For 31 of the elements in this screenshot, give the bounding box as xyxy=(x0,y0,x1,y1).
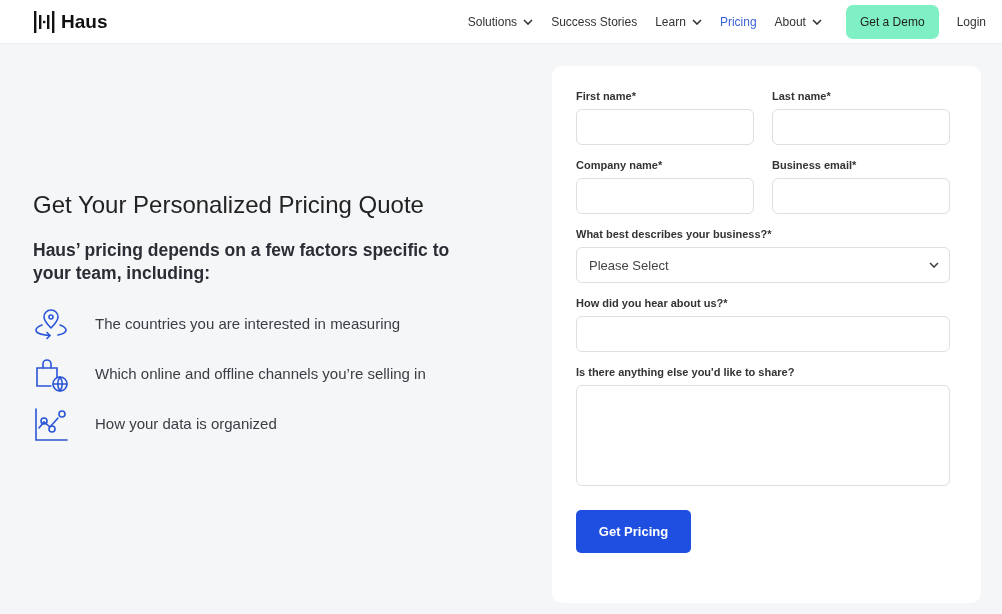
factor-text: The countries you are interested in measuring xyxy=(95,315,401,332)
logo-text[interactable]: Haus xyxy=(61,10,108,33)
text-field[interactable] xyxy=(772,109,950,145)
login-link[interactable]: Login xyxy=(956,14,986,29)
field-label: Is there anything else you'd like to share? xyxy=(576,366,796,379)
caret-icon xyxy=(929,262,939,268)
nav-link[interactable]: Pricing xyxy=(719,14,757,29)
nav-link[interactable]: About xyxy=(774,14,822,29)
demo-button[interactable]: Get a Demo xyxy=(845,4,939,39)
field-label: How did you hear about us?* xyxy=(576,297,729,310)
field-label: Last name* xyxy=(772,90,832,103)
factor-text: How your data is organized xyxy=(95,415,277,432)
submit-button[interactable]: Get Pricing xyxy=(576,510,691,553)
field-label: Company name* xyxy=(576,159,664,172)
subheading: Haus’ pricing depends on a few factors specific to your team, including: xyxy=(33,238,451,285)
select-field[interactable]: Please Select xyxy=(576,247,950,283)
text-field[interactable] xyxy=(576,178,754,214)
field-label: What best describes your business?* xyxy=(576,228,773,241)
factor-text: Which online and offline channels you’re selling in xyxy=(95,365,426,382)
nav-link[interactable]: Learn xyxy=(655,14,702,29)
logo-icon xyxy=(33,9,55,34)
nav-link[interactable]: Success Stories xyxy=(551,14,638,29)
field-label: Business email* xyxy=(772,159,858,172)
text-area[interactable] xyxy=(576,385,950,486)
text-field[interactable] xyxy=(576,316,950,352)
text-field[interactable] xyxy=(576,109,754,145)
text-field[interactable] xyxy=(772,178,950,214)
chart-icon xyxy=(33,405,69,442)
field-label: First name* xyxy=(576,90,637,103)
nav-link[interactable]: Solutions xyxy=(467,14,534,29)
page-heading: Get Your Personalized Pricing Quote xyxy=(33,190,425,219)
